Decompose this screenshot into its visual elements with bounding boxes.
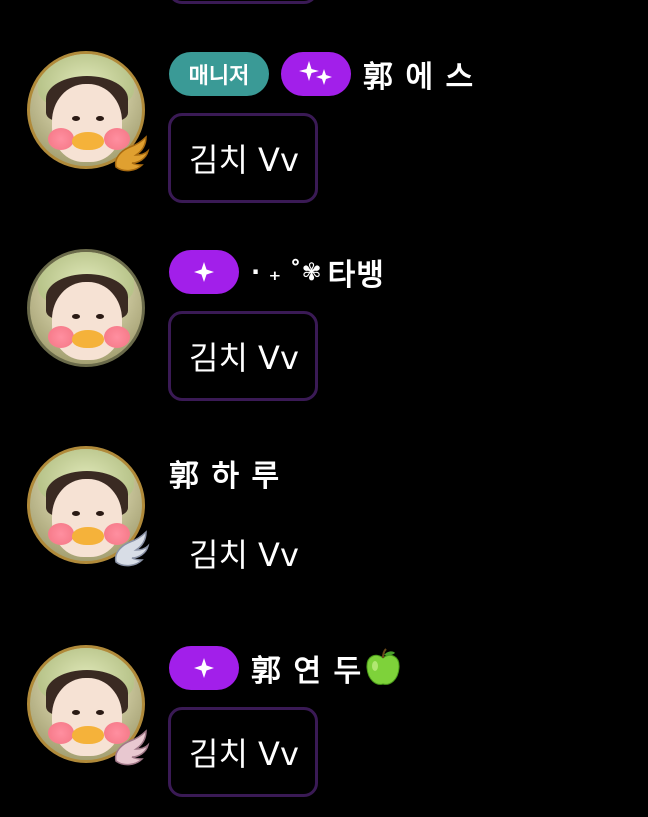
message-bubble[interactable]: 김치 Vv bbox=[168, 508, 318, 598]
avatar[interactable] bbox=[27, 249, 145, 367]
gold-wing-badge-icon bbox=[114, 135, 150, 172]
sparkle-badge bbox=[169, 250, 239, 294]
nickname[interactable]: 郭 에 스 bbox=[363, 52, 474, 96]
sparkle-icon bbox=[194, 262, 214, 282]
green-apple-icon bbox=[366, 648, 400, 685]
message-header: 郭 하 루 bbox=[169, 450, 280, 496]
sparkle-icon bbox=[194, 658, 214, 678]
message-header: 郭 연 두 bbox=[169, 645, 402, 691]
sparkle-badge bbox=[281, 52, 351, 96]
previous-message-bubble bbox=[168, 0, 318, 4]
message-bubble[interactable]: 김치 Vv bbox=[168, 707, 318, 797]
nickname[interactable]: 타뱅 bbox=[328, 250, 385, 294]
sparkle-badge bbox=[169, 646, 239, 690]
message-bubble[interactable]: 김치 Vv bbox=[168, 311, 318, 401]
manager-badge: 매니저 bbox=[169, 52, 269, 96]
silver-wing-badge-icon bbox=[114, 530, 150, 567]
message-bubble[interactable]: 김치 Vv bbox=[168, 113, 318, 203]
nickname[interactable]: 郭 하 루 bbox=[169, 451, 280, 495]
pink-wing-badge-icon bbox=[114, 729, 150, 766]
double-sparkle-icon bbox=[299, 61, 332, 85]
message-header: 매니저 郭 에 스 bbox=[169, 51, 474, 97]
nickname[interactable]: 郭 연 두 bbox=[251, 646, 362, 690]
nickname-decoration: · ₊ ˚✾ bbox=[251, 258, 322, 286]
message-header: · ₊ ˚✾ 타뱅 bbox=[169, 249, 385, 295]
